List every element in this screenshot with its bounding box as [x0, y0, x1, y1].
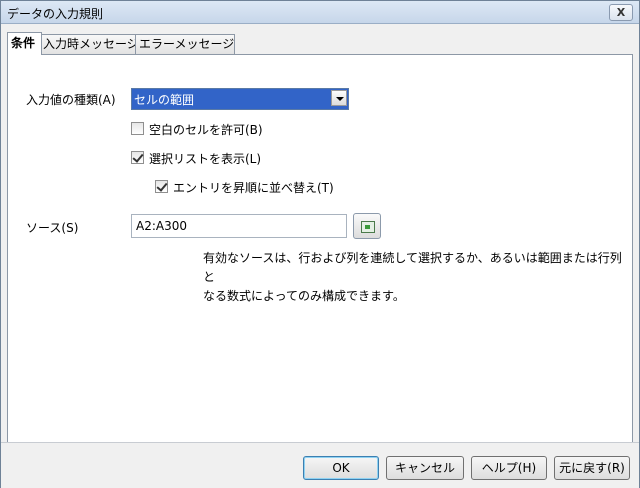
- dropdown-button[interactable]: [331, 90, 347, 106]
- chevron-down-icon: [336, 97, 344, 101]
- tab-input-help[interactable]: 入力時メッセージ: [39, 34, 140, 54]
- help-line-1: 有効なソースは、行および列を連続して選択するか、あるいは範囲または行列と: [203, 251, 622, 284]
- cancel-button[interactable]: キャンセル: [386, 456, 464, 480]
- source-help-text: 有効なソースは、行および列を連続して選択するか、あるいは範囲または行列と なる数…: [203, 249, 623, 306]
- close-button[interactable]: X: [609, 4, 633, 21]
- allow-value: セルの範囲: [134, 93, 195, 107]
- source-input[interactable]: A2:A300: [131, 214, 347, 238]
- show-list-label[interactable]: 選択リストを表示(L): [149, 150, 261, 167]
- source-label: ソース(S): [26, 221, 79, 235]
- close-icon: X: [616, 6, 626, 19]
- reset-button[interactable]: 元に戻す(R): [554, 456, 630, 480]
- criteria-panel: 入力値の種類(A) セルの範囲 空白のセルを許可(B) 選択リストを表示(L) …: [7, 54, 633, 443]
- help-line-2: なる数式によってのみ構成できます。: [203, 289, 405, 303]
- allow-blank-checkbox[interactable]: [131, 122, 144, 135]
- allow-combobox[interactable]: セルの範囲: [131, 88, 349, 110]
- tab-criteria[interactable]: 条件: [7, 32, 42, 55]
- sort-entries-checkbox[interactable]: [155, 180, 168, 193]
- show-list-checkbox[interactable]: [131, 151, 144, 164]
- tab-error-alert[interactable]: エラーメッセージ: [135, 34, 235, 54]
- range-picker-icon: [361, 221, 375, 233]
- help-button[interactable]: ヘルプ(H): [471, 456, 547, 480]
- title-bar: データの入力規則 X: [1, 1, 639, 24]
- source-value: A2:A300: [136, 219, 187, 233]
- allow-blank-label[interactable]: 空白のセルを許可(B): [149, 121, 263, 138]
- sort-entries-label[interactable]: エントリを昇順に並べ替え(T): [173, 179, 334, 196]
- ok-button[interactable]: OK: [303, 456, 379, 480]
- shrink-button[interactable]: [353, 213, 381, 239]
- dialog-title: データの入力規則: [7, 7, 104, 21]
- validity-dialog: データの入力規則 X 条件 入力時メッセージ エラーメッセージ 入力値の種類(A…: [0, 0, 640, 488]
- allow-label: 入力値の種類(A): [26, 93, 116, 107]
- button-bar: OK キャンセル ヘルプ(H) 元に戻す(R): [1, 442, 639, 488]
